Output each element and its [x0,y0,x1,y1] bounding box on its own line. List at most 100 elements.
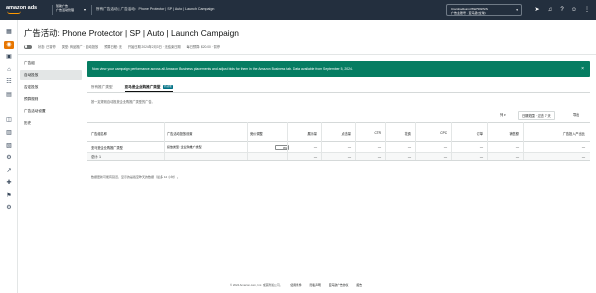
column-header[interactable]: 花费 [385,123,411,141]
footer-link-report[interactable]: 报告 [356,283,362,287]
subnav-item-ad-groups[interactable]: 广告组 [20,58,82,68]
column-header[interactable]: 广告活动投放设置 [167,123,193,141]
layers-icon[interactable]: ◫ [4,116,14,124]
table-total-row: 总计: 1 — — — — — — — — [87,153,590,161]
footer-link-agreement[interactable]: 亚马逊广告协议 [329,283,349,287]
ad-group-name[interactable]: 亚马逊企业购推广类型 [91,142,123,152]
top-bar: amazon ads 赞助广告 广告活动管理 ▾ 所有广告活动 | 广告活动：P… [0,0,596,20]
column-header[interactable]: 广告组名称 [91,123,107,141]
date-range-label: 日期范围 · 过去 7 天 [522,114,551,118]
column-header[interactable]: 销售额 [487,123,519,141]
metric-cell: — [407,145,411,149]
column-divider [385,122,386,160]
schedule-text: 预算日程: 无 [104,45,122,49]
columns-button[interactable]: 列 ▾ [497,111,509,120]
subnav-item-negative-targeting[interactable]: 否定投放 [20,82,82,92]
tab-label: 亚马逊企业购推广类型 [124,85,161,89]
total-cell: — [377,154,381,159]
subnav-item-auto-targeting[interactable]: 自动投放 [20,70,82,80]
campaign-toggle[interactable] [24,44,32,49]
subnav-item-history[interactable]: 历史 [20,118,82,128]
help-icon[interactable]: ? [558,6,566,14]
column-header[interactable]: CPC [417,123,447,141]
target-icon[interactable]: ⚑ [4,192,14,200]
plus-icon[interactable]: ✚ [4,179,14,187]
bell-icon[interactable]: ♫ [546,6,554,14]
account-selector[interactable]: Crambodkunnr/SW/SW/S/S 广告主账号 · 亚马逊(全球) ▾ [446,4,522,16]
column-header[interactable]: 展示量 [287,123,317,141]
export-label: 导出 [573,113,580,117]
copyright-text: © 2024 Amazon.com, Inc. 或其附属公司。 [230,283,283,287]
dates-text: 开始日期 2024年2月3日 · 无结束日期 [127,45,181,49]
tab-description: 按一定规则自动投放企业购推广类型的广告。 [91,100,155,104]
footer-link-terms[interactable]: 使用条件 [290,283,301,287]
table-icon[interactable]: ☷ [4,78,14,86]
status-text: 状态: 已暂停 [38,45,56,49]
campaign-name: Phone Protector | SP | Auto | Launch Cam… [62,28,239,38]
chart-icon[interactable]: ▥ [4,129,14,137]
footer-link-privacy[interactable]: 隐私声明 [310,283,321,287]
store-icon[interactable]: ⌂ [4,66,14,74]
grid-icon[interactable]: ⋮ [583,6,591,14]
table-header: 广告组名称 广告活动投放设置 竞价调整 展示量 点击量 CTR 花费 CPC 订… [87,123,590,142]
box-icon[interactable]: ▣ [4,53,14,61]
link-icon[interactable]: ↗ [4,167,14,175]
total-cell: — [515,154,519,159]
column-divider [415,122,416,160]
placement-tabs: 所有推广类型 亚马逊企业购推广类型 新功能 [91,84,174,92]
account-marketplace: 广告主账号 · 亚马逊(全球) [451,10,486,15]
total-cell: — [407,154,411,159]
tools-icon[interactable]: ⚙ [4,204,14,212]
subnav-item-settings[interactable]: 广告活动设置 [20,106,82,116]
chevron-down-icon: ▾ [83,7,86,12]
placement-setting-value: 投放类型: 企业购推广类型 [167,145,202,149]
breadcrumb[interactable]: 所有广告活动 | 广告活动：Phone Protector | SP | Aut… [96,7,214,12]
divider [91,5,92,15]
page-footer: © 2024 Amazon.com, Inc. 或其附属公司。 使用条件 隐私声… [230,283,362,287]
user-icon[interactable]: ☺ [570,6,578,14]
column-header[interactable]: 广告投入产出比 [523,123,585,141]
column-header[interactable]: CTR [355,123,381,141]
product-switcher[interactable]: 赞助广告 广告活动管理 ▾ [56,4,86,15]
metric-cell: — [313,145,317,149]
column-header[interactable]: 竞价调整 [250,123,263,141]
table-row: 亚马逊企业购推广类型 投放类型: 企业购推广类型 0% — — — — — — … [87,142,590,153]
header-divider [18,54,596,55]
column-divider [321,122,322,160]
column-divider [164,122,165,160]
close-icon[interactable]: × [581,61,584,77]
product-subname: 广告活动管理 [56,7,75,12]
campaign-subnav: 广告组 自动投放 否定投放 预算规则 广告活动设置 历史 [20,58,82,130]
image-icon[interactable]: ▤ [4,91,14,99]
total-cell: — [479,154,483,159]
banner-text: Now view your campaign performance acros… [92,67,353,71]
campaigns-icon[interactable]: ◉ [4,41,14,49]
tab-all-placements[interactable]: 所有推广类型 [91,84,113,92]
settings-icon[interactable]: ⚙ [4,154,14,162]
column-divider [247,122,248,160]
metric-cell: — [515,145,519,149]
column-divider [487,122,488,160]
total-cell: — [347,154,351,159]
total-cell: — [443,154,447,159]
left-rail: ▦ ◉ ▣ ⌂ ☷ ▤ ◫ ▥ ▧ ⚙ ↗ ✚ ⚑ ⚙ [0,20,18,293]
send-icon[interactable]: ➤ [533,6,541,14]
total-label: 总计: 1 [91,155,101,159]
tabs-divider [87,92,590,93]
column-divider [355,122,356,160]
export-button[interactable]: 导出 [570,111,583,120]
placement-table: 广告组名称 广告活动投放设置 竞价调整 展示量 点击量 CTR 花费 CPC 订… [87,122,590,161]
tab-amazon-business[interactable]: 亚马逊企业购推广类型 新功能 [124,84,174,92]
date-range-button[interactable]: 日期范围 · 过去 7 天 [518,111,555,120]
total-cell: — [581,154,585,159]
campaign-meta: 状态: 已暂停 类型: 商品推广 · 自动投放 预算日程: 无 开始日期 202… [24,44,220,49]
metric-cell: — [347,145,351,149]
column-divider [523,122,524,160]
calendar-icon[interactable]: ▧ [4,142,14,150]
subnav-item-budget-rules[interactable]: 预算规则 [20,94,82,104]
budget-text: 每日预算: $20.00 · 暂停 [186,45,221,49]
title-prefix: 广告活动: [24,28,63,38]
column-header[interactable]: 订单 [451,123,483,141]
column-header[interactable]: 点击量 [321,123,351,141]
grid-icon[interactable]: ▦ [4,28,14,36]
